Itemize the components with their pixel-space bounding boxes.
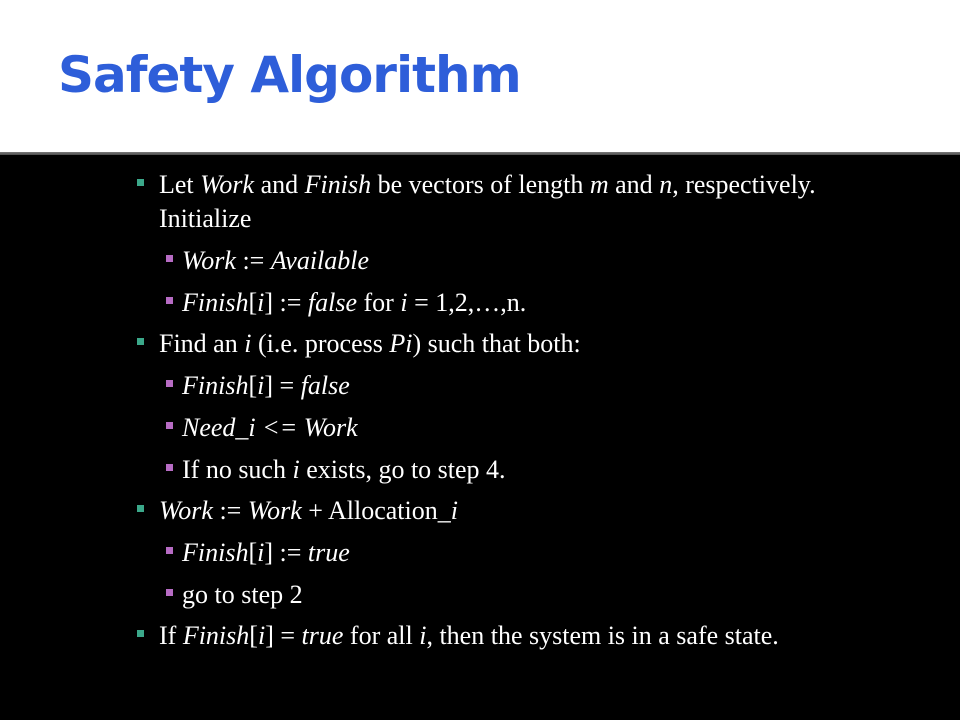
text: [ <box>248 371 258 400</box>
bullet-1a: Work := Available <box>0 244 960 278</box>
text: exists, go to step 4. <box>299 455 506 484</box>
text-italic: Work <box>159 496 213 525</box>
text: [ <box>248 288 258 317</box>
text-italic: Pi <box>389 329 413 358</box>
text: := <box>235 246 271 275</box>
square-bullet-icon <box>166 547 173 554</box>
text-italic: Finish <box>182 538 249 567</box>
text: , then the system is in a safe state. <box>426 621 779 650</box>
text: for <box>357 288 401 317</box>
text-italic: Work <box>182 246 236 275</box>
text: If no such <box>182 455 293 484</box>
text-italic: Work <box>200 170 255 199</box>
bullet-3: Work := Work + Allocation_i <box>0 494 859 528</box>
square-bullet-icon <box>137 179 144 186</box>
square-bullet-icon <box>166 464 173 471</box>
square-bullet-icon <box>137 630 144 637</box>
text: := <box>212 496 248 525</box>
square-bullet-icon <box>166 297 173 304</box>
bullet-1: Let Work and Finish be vectors of length… <box>0 168 859 236</box>
title-band: Safety Algorithm <box>0 0 960 150</box>
bullet-2c: If no such i exists, go to step 4. <box>0 453 960 487</box>
text-italic: i <box>292 455 300 484</box>
text: [ <box>249 621 258 650</box>
text: Find an <box>159 329 245 358</box>
text: ] = <box>265 621 302 650</box>
text: ] := <box>264 288 308 317</box>
bullet-2b: Need_i <= Work <box>0 411 960 445</box>
text: go to step 2 <box>182 580 303 609</box>
text: and <box>254 170 305 199</box>
text: = 1,2,…,n. <box>407 288 527 317</box>
text-italic: Finish <box>182 371 249 400</box>
text-italic: m <box>589 170 609 199</box>
text-italic: Finish <box>182 288 249 317</box>
slide-title: Safety Algorithm <box>58 46 522 104</box>
square-bullet-icon <box>166 589 173 596</box>
text: ] := <box>264 538 308 567</box>
bullet-1b: Finish[i] := false for i = 1,2,…,n. <box>0 286 960 320</box>
text-italic: false <box>307 288 358 317</box>
text-italic: true <box>301 621 344 650</box>
bullet-2a: Finish[i] = false <box>0 369 960 403</box>
text-italic: Finish <box>304 170 372 199</box>
text: (i.e. process <box>251 329 390 358</box>
text: ) such that both: <box>412 329 581 358</box>
text-italic: i <box>400 288 408 317</box>
slide-body: Let Work and Finish be vectors of length… <box>0 168 960 653</box>
bullet-3b: go to step 2 <box>0 578 960 612</box>
text-italic: Work <box>247 496 302 525</box>
text: If <box>159 621 183 650</box>
bullet-4: If Finish[i] = true for all i, then the … <box>0 619 859 653</box>
bullet-3a: Finish[i] := true <box>0 536 960 570</box>
square-bullet-icon <box>166 422 173 429</box>
square-bullet-icon <box>166 255 173 262</box>
text: ] = <box>264 371 301 400</box>
text: Let <box>159 170 201 199</box>
text-italic: true <box>307 538 350 567</box>
text-italic: Need_i <= Work <box>182 413 358 442</box>
slide: Safety Algorithm Let Work and Finish be … <box>0 0 960 720</box>
text: [ <box>248 538 258 567</box>
title-divider <box>0 150 960 155</box>
text: be vectors of length <box>371 170 590 199</box>
square-bullet-icon <box>137 338 144 345</box>
bullet-2: Find an i (i.e. process Pi) such that bo… <box>0 327 859 361</box>
square-bullet-icon <box>137 505 144 512</box>
text: and <box>608 170 660 199</box>
text-italic: Available <box>270 246 370 275</box>
text-italic: i <box>450 496 458 525</box>
text-italic: n <box>659 170 673 199</box>
text-italic: false <box>300 371 350 400</box>
text: + Allocation_ <box>301 496 451 525</box>
text-italic: Finish <box>182 621 250 650</box>
text: for all <box>343 621 420 650</box>
square-bullet-icon <box>166 380 173 387</box>
